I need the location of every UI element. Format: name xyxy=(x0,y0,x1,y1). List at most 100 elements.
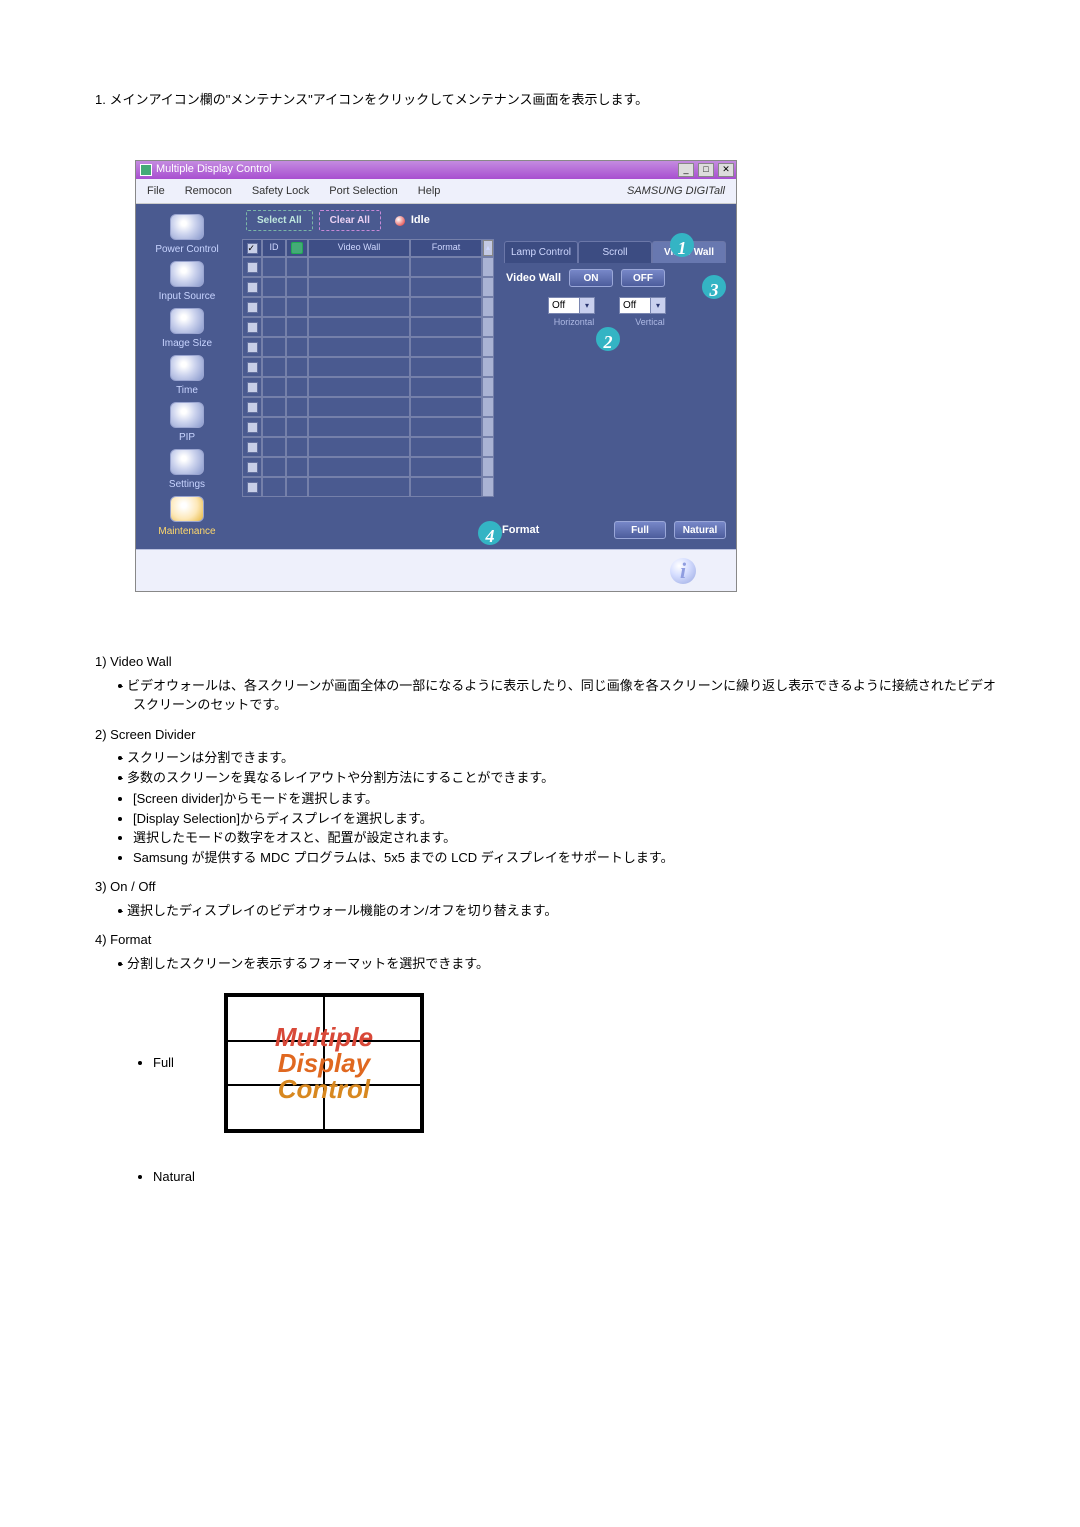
row-checkbox[interactable] xyxy=(247,402,258,413)
list-item: 多数のスクリーンを異なるレイアウトや分割方法にすることができます。 xyxy=(133,768,1000,788)
row-checkbox[interactable] xyxy=(247,342,258,353)
video-wall-label: Video Wall xyxy=(506,270,561,287)
format-label: Format xyxy=(502,522,539,539)
menu-help[interactable]: Help xyxy=(408,181,451,202)
row-checkbox[interactable] xyxy=(247,462,258,473)
vertical-select[interactable]: Off ▾ xyxy=(619,297,666,314)
row-checkbox[interactable] xyxy=(247,322,258,333)
table-row[interactable] xyxy=(242,377,494,397)
sidebar-item-power-control[interactable]: Power Control xyxy=(142,214,232,257)
natural-label: Natural xyxy=(153,1167,1000,1187)
grid-header: ID Video Wall Format ▴ xyxy=(242,239,494,257)
sidebar-item-settings[interactable]: Settings xyxy=(142,449,232,492)
menubar: File Remocon Safety Lock Port Selection … xyxy=(136,179,736,205)
horizontal-select[interactable]: Off ▾ xyxy=(548,297,595,314)
info-icon[interactable]: i xyxy=(670,558,696,584)
pip-icon xyxy=(170,402,204,428)
display-grid: ID Video Wall Format ▴ xyxy=(242,239,494,543)
sidebar: Power Control Input Source Image Size Ti… xyxy=(136,204,238,549)
sidebar-item-input-source[interactable]: Input Source xyxy=(142,261,232,304)
table-row[interactable] xyxy=(242,277,494,297)
list-item: 分割したスクリーンを表示するフォーマットを選択できます。 xyxy=(133,954,1000,974)
sidebar-item-image-size[interactable]: Image Size xyxy=(142,308,232,351)
row-checkbox[interactable] xyxy=(247,362,258,373)
sidebar-item-pip[interactable]: PIP xyxy=(142,402,232,445)
thumb-text: Multiple Display Control xyxy=(227,996,421,1130)
main-area: Select All Clear All Idle ID Video Wall … xyxy=(238,204,736,549)
app-window: Multiple Display Control _ □ ✕ File Remo… xyxy=(135,160,737,593)
intro-text: 1. メインアイコン欄の"メンテナンス"アイコンをクリックしてメンテナンス画面を… xyxy=(95,90,1000,110)
input-icon xyxy=(170,261,204,287)
list-item: ビデオウォールは、各スクリーンが画面全体の一部になるように表示したり、同じ画像を… xyxy=(133,676,1000,715)
row-checkbox[interactable] xyxy=(247,482,258,493)
list-item: [Screen divider]からモードを選択します。 xyxy=(133,789,1000,809)
table-row[interactable] xyxy=(242,257,494,277)
row-checkbox[interactable] xyxy=(247,442,258,453)
minimize-button[interactable]: _ xyxy=(678,163,694,177)
callout-badge-1: 1 xyxy=(670,233,694,257)
row-checkbox[interactable] xyxy=(247,262,258,273)
format-full-button[interactable]: Full xyxy=(614,521,666,539)
list-item: 選択したディスプレイのビデオウォール機能のオン/オフを切り替えます。 xyxy=(133,901,1000,921)
maximize-button[interactable]: □ xyxy=(698,163,714,177)
sidebar-item-time[interactable]: Time xyxy=(142,355,232,398)
callout-badge-3: 3 xyxy=(702,275,726,299)
chevron-down-icon: ▾ xyxy=(579,298,594,313)
list-item: スクリーンは分割できます。 xyxy=(133,748,1000,768)
horizontal-label: Horizontal xyxy=(550,316,598,330)
menu-remocon[interactable]: Remocon xyxy=(175,181,242,202)
tab-lamp-control[interactable]: Lamp Control xyxy=(504,241,578,263)
table-row[interactable] xyxy=(242,397,494,417)
table-row[interactable] xyxy=(242,477,494,497)
table-row[interactable] xyxy=(242,317,494,337)
section-heading: 1) Video Wall xyxy=(95,652,1000,672)
list-item: Samsung が提供する MDC プログラムは、5x5 までの LCD ディス… xyxy=(133,848,1000,868)
row-checkbox[interactable] xyxy=(247,382,258,393)
statusbar: i xyxy=(136,549,736,591)
titlebar: Multiple Display Control _ □ ✕ xyxy=(136,161,736,179)
maintenance-icon xyxy=(170,496,204,522)
section-heading: 4) Format xyxy=(95,930,1000,950)
row-checkbox[interactable] xyxy=(247,422,258,433)
menu-file[interactable]: File xyxy=(137,181,175,202)
table-row[interactable] xyxy=(242,357,494,377)
format-full-row: Full Multiple Display Control xyxy=(135,993,1000,1133)
grid-col-id: ID xyxy=(262,239,286,257)
close-button[interactable]: ✕ xyxy=(718,163,734,177)
chevron-down-icon: ▾ xyxy=(650,298,665,313)
video-wall-off-button[interactable]: OFF xyxy=(621,269,665,287)
window-title: Multiple Display Control xyxy=(156,161,272,178)
menu-port-selection[interactable]: Port Selection xyxy=(319,181,407,202)
select-all-button[interactable]: Select All xyxy=(246,210,313,231)
row-checkbox[interactable] xyxy=(247,282,258,293)
grid-select-all-checkbox[interactable] xyxy=(247,243,258,254)
table-row[interactable] xyxy=(242,437,494,457)
power-icon xyxy=(170,214,204,240)
section: 3) On / Off選択したディスプレイのビデオウォール機能のオン/オフを切り… xyxy=(95,877,1000,920)
format-natural-button[interactable]: Natural xyxy=(674,521,726,539)
scroll-up-button[interactable]: ▴ xyxy=(483,240,493,256)
toolbar: Select All Clear All Idle xyxy=(242,210,730,231)
list-item: 選択したモードの数字をオスと、配置が設定されます。 xyxy=(133,828,1000,848)
table-row[interactable] xyxy=(242,337,494,357)
clear-all-button[interactable]: Clear All xyxy=(319,210,381,231)
table-row[interactable] xyxy=(242,297,494,317)
tab-scroll[interactable]: Scroll xyxy=(578,241,652,263)
table-row[interactable] xyxy=(242,457,494,477)
settings-icon xyxy=(170,449,204,475)
time-icon xyxy=(170,355,204,381)
section: 4) Format 分割したスクリーンを表示するフォーマットを選択できます。 xyxy=(95,930,1000,973)
sidebar-item-maintenance[interactable]: Maintenance xyxy=(142,496,232,539)
menu-safety-lock[interactable]: Safety Lock xyxy=(242,181,319,202)
callout-badge-2: 2 xyxy=(596,327,620,351)
table-row[interactable] xyxy=(242,417,494,437)
section: 2) Screen Dividerスクリーンは分割できます。多数のスクリーンを異… xyxy=(95,725,1000,868)
status-label: Idle xyxy=(411,212,430,229)
row-checkbox[interactable] xyxy=(247,302,258,313)
brand-label: SAMSUNG DIGITall xyxy=(617,181,735,202)
status-dot-icon xyxy=(395,216,405,226)
callout-badge-4: 4 xyxy=(478,521,502,545)
full-label: Full xyxy=(153,1053,174,1073)
video-wall-on-button[interactable]: ON xyxy=(569,269,613,287)
image-size-icon xyxy=(170,308,204,334)
